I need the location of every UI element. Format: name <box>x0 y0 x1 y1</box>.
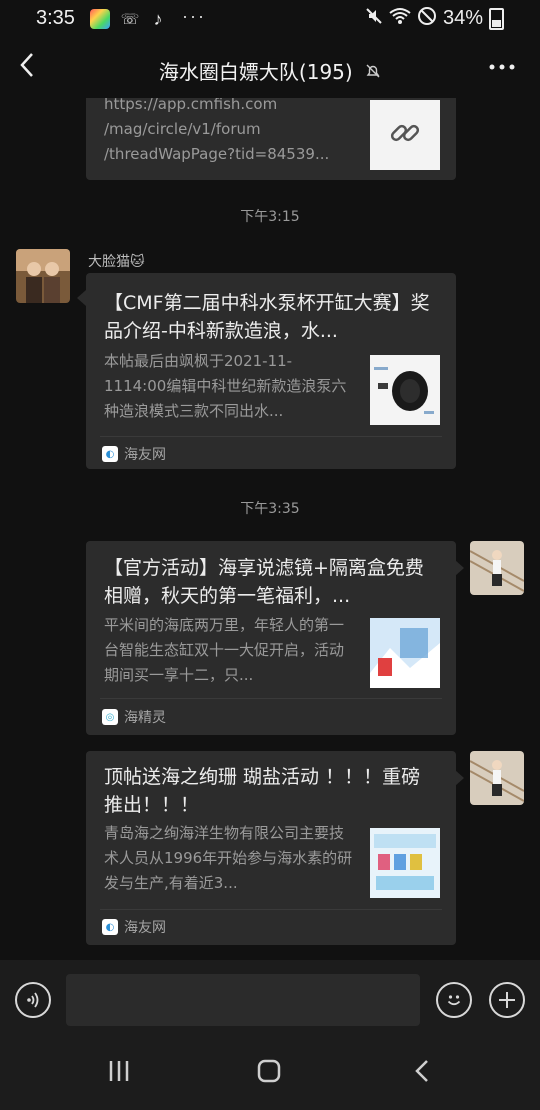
sim-status-icon: ☏ <box>120 11 140 28</box>
link-thumbnail <box>370 100 440 170</box>
card-divider <box>100 909 442 910</box>
haiyou-logo-icon: ◐ <box>102 919 118 935</box>
card-divider <box>100 436 442 437</box>
bubble-arrow <box>455 560 464 576</box>
chat-title-wrap: 海水圈白嫖大队(195) <box>0 56 540 85</box>
previous-link-text: https://app.cmfish.com /mag/circle/v1/fo… <box>104 98 364 167</box>
status-time: 3:35 <box>36 7 75 29</box>
status-bar: 3:35 ☏ ♪ ··· 34% <box>0 0 540 38</box>
battery-percent: 34% <box>442 7 483 29</box>
bubble-arrow <box>77 290 86 306</box>
article-thumbnail <box>370 828 440 898</box>
article-card[interactable]: 【CMF第二届中科水泵杯开缸大赛】奖品介绍-中科新款造浪，水... 本帖最后由飒… <box>86 273 456 469</box>
more-notifications-icon: ··· <box>182 6 206 26</box>
source-name: 海精灵 <box>124 710 166 726</box>
wifi-icon <box>389 7 411 30</box>
timestamp: 下午3:35 <box>240 501 300 517</box>
message-input[interactable] <box>66 974 420 1026</box>
source-name: 海友网 <box>124 447 166 463</box>
link-line: https://app.cmfish.com <box>104 98 278 113</box>
chat-title: 海水圈白嫖大队(195) <box>158 60 353 84</box>
link-icon <box>387 115 423 155</box>
card-divider <box>100 698 442 699</box>
article-description: 本帖最后由飒枫于2021-11-1114:00编辑中科世纪新款造浪泵六种造浪模式… <box>104 352 347 420</box>
status-right: 34% <box>365 6 504 31</box>
article-card[interactable]: 【官方活动】海享说滤镜+隔离盒免费相赠，秋天的第一笔福利，... 平米间的海底两… <box>86 541 456 735</box>
do-not-disturb-icon <box>417 6 437 31</box>
article-headline: 【CMF第二届中科水泵杯开缸大赛】奖品介绍-中科新款造浪，水... <box>104 292 430 342</box>
muted-bell-icon <box>365 64 381 83</box>
home-button[interactable] <box>256 1058 282 1090</box>
haiyou-logo-icon: ◐ <box>102 446 118 462</box>
article-headline: 顶帖送海之绚珊 瑚盐活动 ！！！重磅推出！！！ <box>104 766 421 816</box>
mute-icon <box>365 7 383 30</box>
previous-link-card[interactable]: https://app.cmfish.com /mag/circle/v1/fo… <box>86 98 456 180</box>
article-description: 青岛海之绚海洋生物有限公司主要技术人员从1996年开始参与海水素的研发与生产,有… <box>104 824 353 892</box>
timestamp: 下午3:15 <box>240 209 300 225</box>
article-source: ◎ 海精灵 <box>102 707 166 727</box>
emoji-button[interactable] <box>436 982 472 1018</box>
bubble-arrow <box>455 770 464 786</box>
more-options-button[interactable] <box>488 52 516 77</box>
haijingling-logo-icon: ◎ <box>102 709 118 725</box>
article-description: 平米间的海底两万里，年轻人的第一台智能生态缸双十一大促开启，活动期间买一享十二，… <box>104 616 345 684</box>
voice-input-button[interactable] <box>15 982 51 1018</box>
avatar[interactable] <box>470 751 524 805</box>
sender-name: 大脸猫🐱 <box>88 254 145 270</box>
chat-area[interactable]: https://app.cmfish.com /mag/circle/v1/fo… <box>0 98 540 960</box>
source-name: 海友网 <box>124 920 166 936</box>
system-nav-bar <box>0 1040 540 1110</box>
avatar[interactable] <box>16 249 70 303</box>
battery-icon <box>489 7 504 30</box>
article-thumbnail <box>370 618 440 688</box>
article-thumbnail <box>370 355 440 425</box>
link-line: /mag/circle/v1/forum <box>104 120 261 138</box>
link-line: /threadWapPage?tid=84539... <box>104 145 330 163</box>
article-headline: 【官方活动】海享说滤镜+隔离盒免费相赠，秋天的第一笔福利，... <box>104 557 424 607</box>
article-source: ◐ 海友网 <box>102 917 166 937</box>
article-source: ◐ 海友网 <box>102 444 166 464</box>
article-card[interactable]: 顶帖送海之绚珊 瑚盐活动 ！！！重磅推出！！！ 青岛海之绚海洋生物有限公司主要技… <box>86 751 456 945</box>
gallery-app-icon <box>90 9 110 29</box>
recent-apps-button[interactable] <box>106 1058 132 1090</box>
title-bar: 海水圈白嫖大队(195) <box>0 38 540 98</box>
tiktok-icon: ♪ <box>153 8 163 29</box>
add-more-button[interactable] <box>489 982 525 1018</box>
back-nav-button[interactable] <box>410 1058 436 1090</box>
avatar[interactable] <box>470 541 524 595</box>
input-bar <box>0 960 540 1040</box>
